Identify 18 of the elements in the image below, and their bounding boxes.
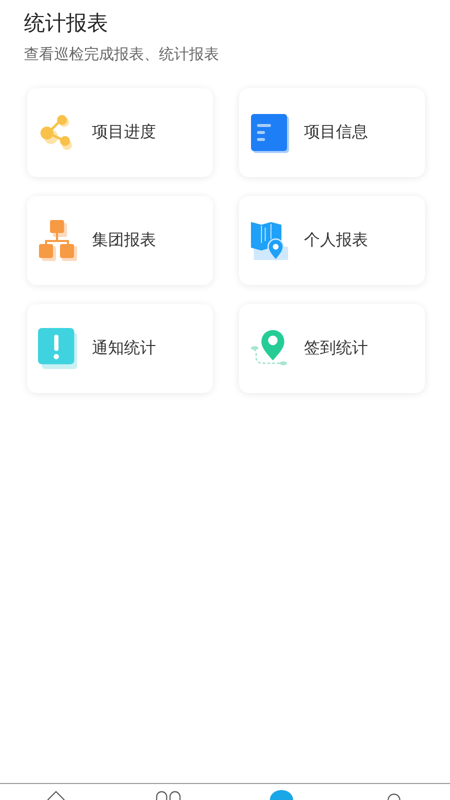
page-subtitle: 查看巡检完成报表、统计报表: [24, 44, 220, 64]
people-icon: [154, 790, 183, 800]
home-icon: [46, 790, 66, 800]
report-card[interactable]: 项目进度: [27, 88, 213, 177]
card-label: 项目进度: [92, 122, 156, 143]
card-label: 通知统计: [92, 338, 156, 359]
report-card[interactable]: 项目信息: [239, 88, 425, 177]
card-label: 签到统计: [304, 338, 368, 359]
report-card[interactable]: 个人报表: [239, 196, 425, 285]
report-card[interactable]: 通知统计: [27, 304, 213, 393]
card-label: 集团报表: [92, 230, 156, 251]
page-title: 统计报表: [24, 10, 109, 37]
card-label: 项目信息: [304, 122, 368, 143]
org-chart-icon: [38, 218, 78, 262]
card-label: 个人报表: [304, 230, 368, 251]
report-card[interactable]: 集团报表: [27, 196, 213, 285]
report-card[interactable]: 签到统计: [239, 304, 425, 393]
alert-icon: [38, 326, 78, 370]
